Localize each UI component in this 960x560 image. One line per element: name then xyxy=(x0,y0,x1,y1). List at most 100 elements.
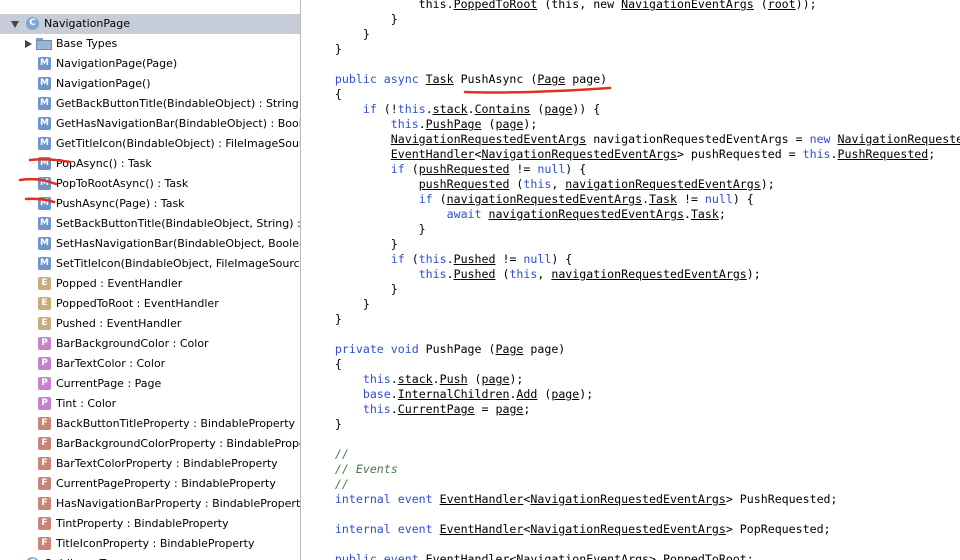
code-link[interactable]: EventHandler xyxy=(426,552,510,560)
code-link[interactable]: page xyxy=(551,387,579,401)
code-line: } xyxy=(307,417,342,432)
code-link[interactable]: Add xyxy=(516,387,537,401)
code-token: . xyxy=(467,102,475,116)
code-link[interactable]: EventHandler xyxy=(391,147,475,161)
tree-member-event[interactable]: E Pushed : EventHandler xyxy=(0,314,300,334)
code-link[interactable]: navigationRequestedEventArgs xyxy=(565,177,760,191)
tree-member-field[interactable]: F TintProperty : BindableProperty xyxy=(0,514,300,534)
method-icon: M xyxy=(38,57,51,70)
code-link[interactable]: Pushed xyxy=(454,252,496,266)
tree-member-field[interactable]: F CurrentPageProperty : BindableProperty xyxy=(0,474,300,494)
field-icon: F xyxy=(38,477,51,490)
code-token: // xyxy=(307,477,349,491)
code-line: } xyxy=(307,297,370,312)
tree-class-onidiom-t-[interactable]: COnIdiom<T> xyxy=(0,554,300,560)
code-link[interactable]: NavigationEventArgs xyxy=(621,0,754,11)
tree-member-method[interactable]: M SetHasNavigationBar(BindableObject, Boo… xyxy=(0,234,300,254)
property-icon: P xyxy=(38,337,51,350)
code-link[interactable]: Page xyxy=(537,72,565,86)
code-link[interactable]: Contains xyxy=(475,102,531,116)
tree-folder-base-types[interactable]: Base Types xyxy=(0,34,300,54)
code-token: )) { xyxy=(572,102,601,116)
code-link[interactable]: pushRequested xyxy=(419,162,510,176)
tree-member-field[interactable]: F BarTextColorProperty : BindableProperty xyxy=(0,454,300,474)
tree-member-method[interactable]: M SetTitleIcon(BindableObject, FileImageS… xyxy=(0,254,300,274)
code-link[interactable]: page xyxy=(495,402,523,416)
tree-row-partial xyxy=(0,0,300,14)
tree-member-property[interactable]: P CurrentPage : Page xyxy=(0,374,300,394)
tree-member-method[interactable]: M GetHasNavigationBar(BindableObject) : B… xyxy=(0,114,300,134)
code-token: PushAsync ( xyxy=(453,72,538,86)
code-link[interactable]: navigationRequestedEventArgs xyxy=(551,267,746,281)
code-link[interactable]: NavigationRequestedEventArgs xyxy=(530,492,725,506)
code-link[interactable]: NavigationEventArgs xyxy=(516,552,649,560)
decompiled-code-view[interactable]: this.PoppedToRoot (this, new NavigationE… xyxy=(301,0,960,560)
code-link[interactable]: PushRequested xyxy=(838,147,929,161)
tree-member-field[interactable]: F BarBackgroundColorProperty : BindablePr… xyxy=(0,434,300,454)
code-link[interactable]: Task xyxy=(426,72,454,86)
class-icon: C xyxy=(26,17,39,30)
code-token: base xyxy=(362,387,391,401)
code-token: PushPage ( xyxy=(425,342,496,356)
tree-row-label: TintProperty : BindableProperty xyxy=(56,517,229,530)
code-link[interactable]: NavigationRequestedEventArgs xyxy=(530,522,725,536)
code-link[interactable]: Task xyxy=(649,192,677,206)
tree-member-method[interactable]: M SetBackButtonTitle(BindableObject, Stri… xyxy=(0,214,300,234)
disclosure-collapsed-icon[interactable] xyxy=(25,40,32,48)
tree-row-label: PoppedToRoot : EventHandler xyxy=(56,297,219,310)
code-token: != xyxy=(676,192,705,206)
tree-member-property[interactable]: P Tint : Color xyxy=(0,394,300,414)
code-link[interactable]: CurrentPage xyxy=(398,402,475,416)
property-icon: P xyxy=(38,397,51,410)
tree-member-method[interactable]: M PopAsync() : Task xyxy=(0,154,300,174)
tree-member-method[interactable]: M PopToRootAsync() : Task xyxy=(0,174,300,194)
tree-member-method[interactable]: M GetTitleIcon(BindableObject) : FileImag… xyxy=(0,134,300,154)
code-link[interactable]: Push xyxy=(440,372,468,386)
code-link[interactable]: Pushed xyxy=(454,267,496,281)
code-link[interactable]: page xyxy=(482,372,510,386)
code-token: . xyxy=(683,207,691,221)
code-link[interactable]: stack xyxy=(433,102,468,116)
code-link[interactable]: NavigationRequestedEventArgs xyxy=(482,147,677,161)
tree-member-field[interactable]: F TitleIconProperty : BindableProperty xyxy=(0,534,300,554)
code-link[interactable]: page xyxy=(544,102,572,116)
code-link[interactable]: navigationRequestedEventArgs xyxy=(489,207,684,221)
code-link[interactable]: PushPage xyxy=(426,117,482,131)
code-link[interactable]: pushRequested xyxy=(419,177,510,191)
code-token: } xyxy=(307,282,398,296)
code-link[interactable]: Page xyxy=(495,342,523,356)
code-token: if xyxy=(390,162,405,176)
code-link[interactable]: PoppedToRoot xyxy=(454,0,538,11)
code-line: private void PushPage (Page page) xyxy=(307,342,565,357)
tree-member-event[interactable]: E Popped : EventHandler xyxy=(0,274,300,294)
tree-member-method[interactable]: M PushAsync(Page) : Task xyxy=(0,194,300,214)
assembly-browser-tree[interactable]: C NavigationPage Base Types M NavigationPage… xyxy=(0,0,301,560)
code-token: . xyxy=(642,192,650,206)
code-link[interactable]: NavigationRequestedEventArgs xyxy=(391,132,586,146)
code-link[interactable]: EventHandler xyxy=(440,492,524,506)
disclosure-expanded-icon[interactable] xyxy=(11,21,19,28)
tree-member-property[interactable]: P BarTextColor : Color xyxy=(0,354,300,374)
code-link[interactable]: root xyxy=(768,0,796,11)
code-link[interactable]: Task xyxy=(691,207,719,221)
tree-member-property[interactable]: P BarBackgroundColor : Color xyxy=(0,334,300,354)
tree-member-field[interactable]: F HasNavigationBarProperty : BindableProp… xyxy=(0,494,300,514)
tree-class-navigationpage[interactable]: C NavigationPage xyxy=(0,14,300,34)
tree-member-method[interactable]: M NavigationPage(Page) xyxy=(0,54,300,74)
tree-member-method[interactable]: M GetBackButtonTitle(BindableObject) : St… xyxy=(0,94,300,114)
tree-member-event[interactable]: E PoppedToRoot : EventHandler xyxy=(0,294,300,314)
code-link[interactable]: InternalChildren xyxy=(398,387,510,401)
field-icon: F xyxy=(38,537,51,550)
tree-member-field[interactable]: F BackButtonTitleProperty : BindablePrope… xyxy=(0,414,300,434)
tree-member-method[interactable]: M NavigationPage() xyxy=(0,74,300,94)
code-link[interactable]: NavigationRequestedEventArgs xyxy=(838,132,960,146)
code-link[interactable]: stack xyxy=(398,372,433,386)
code-link[interactable]: EventHandler xyxy=(440,522,524,536)
code-link[interactable]: page xyxy=(495,117,523,131)
code-link[interactable]: navigationRequestedEventArgs xyxy=(447,192,642,206)
code-token: ( xyxy=(404,162,419,176)
